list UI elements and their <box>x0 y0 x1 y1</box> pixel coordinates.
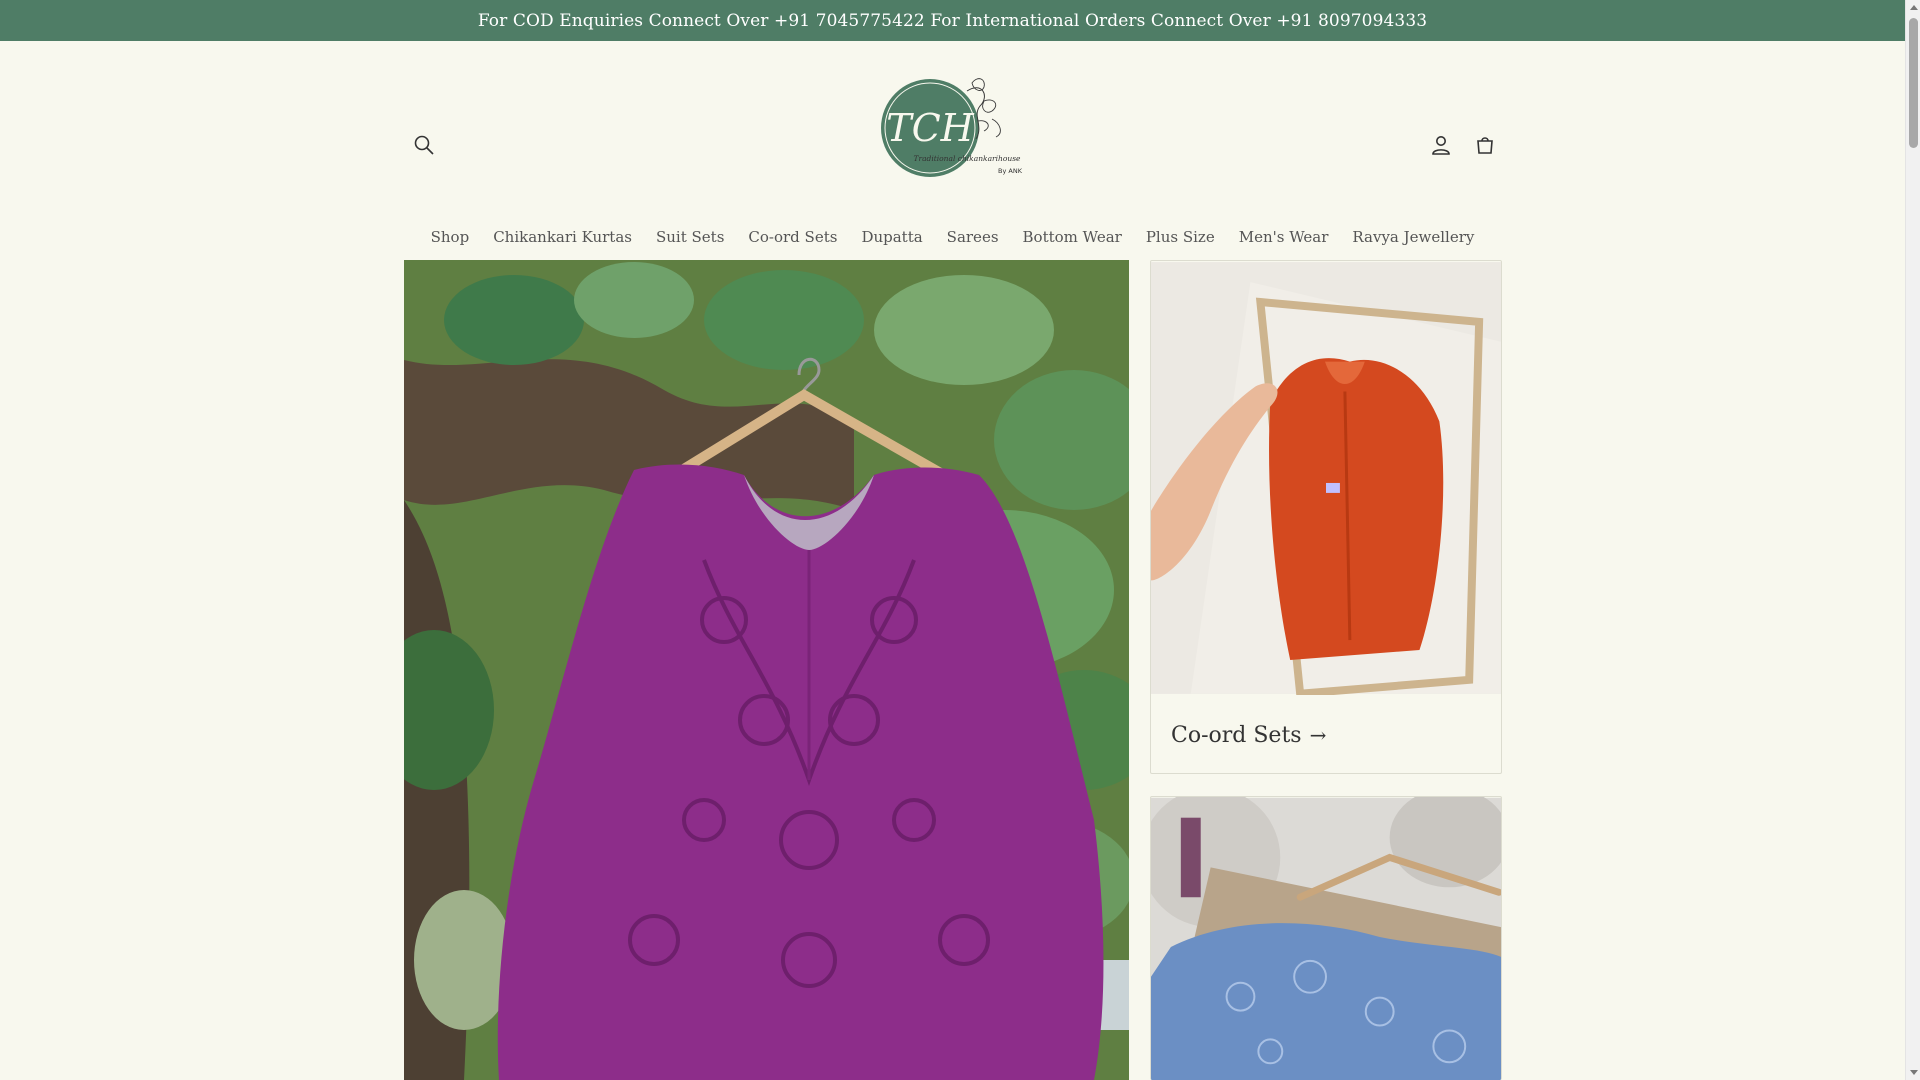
card-title: Co-ord Sets <box>1171 722 1302 748</box>
search-icon <box>414 135 434 155</box>
svg-text:By ANK: By ANK <box>998 167 1023 175</box>
collection-card-2[interactable] <box>1150 796 1502 1080</box>
nav-item-suit-sets[interactable]: Suit Sets <box>644 222 736 252</box>
co-ord-sets-photo <box>1151 262 1501 695</box>
page-scrollbar[interactable] <box>1905 0 1920 1080</box>
announcement-bar: For COD Enquiries Connect Over +91 70457… <box>0 0 1905 41</box>
nav-item-co-ord-sets[interactable]: Co-ord Sets <box>736 222 849 252</box>
nav-item-shop[interactable]: Shop <box>419 222 482 252</box>
scroll-up-icon[interactable] <box>1910 5 1918 10</box>
scroll-down-icon[interactable] <box>1910 1070 1918 1075</box>
collection-card-co-ord-sets[interactable]: Co-ord Sets → <box>1150 260 1502 774</box>
nav-item-mens-wear[interactable]: Men's Wear <box>1227 222 1341 252</box>
co-ord-sets-link[interactable]: Co-ord Sets → <box>1151 695 1501 773</box>
nav-item-chikankari-kurtas[interactable]: Chikankari Kurtas <box>481 222 644 252</box>
svg-text:TCH: TCH <box>886 106 974 150</box>
site-logo[interactable]: TCH Traditional chikankarihouse By ANK <box>872 71 1032 186</box>
account-icon <box>1432 136 1450 155</box>
site-header: TCH Traditional chikankarihouse By ANK <box>0 41 1905 219</box>
arrow-right-icon: → <box>1309 723 1327 747</box>
logo-graphic: TCH Traditional chikankarihouse By ANK <box>881 78 1023 177</box>
cart-icon <box>1477 137 1493 154</box>
hero-collection-image[interactable] <box>404 260 1129 1080</box>
purple-kurta-photo <box>404 260 1129 1080</box>
blue-kurta-photo <box>1151 797 1501 1080</box>
nav-item-dupatta[interactable]: Dupatta <box>849 222 934 252</box>
nav-item-ravya-jewellery[interactable]: Ravya Jewellery <box>1340 222 1486 252</box>
announcement-text: For COD Enquiries Connect Over +91 70457… <box>477 10 1428 31</box>
nav-item-plus-size[interactable]: Plus Size <box>1134 222 1227 252</box>
nav-item-sarees[interactable]: Sarees <box>935 222 1011 252</box>
main-nav: Shop Chikankari Kurtas Suit Sets Co-ord … <box>0 222 1905 252</box>
scrollbar-thumb[interactable] <box>1909 18 1918 148</box>
svg-text:Traditional chikankarihouse: Traditional chikankarihouse <box>913 154 1021 163</box>
nav-item-bottom-wear[interactable]: Bottom Wear <box>1011 222 1134 252</box>
search-button[interactable] <box>402 123 446 167</box>
account-button[interactable] <box>1419 123 1463 167</box>
cart-button[interactable] <box>1463 123 1507 167</box>
